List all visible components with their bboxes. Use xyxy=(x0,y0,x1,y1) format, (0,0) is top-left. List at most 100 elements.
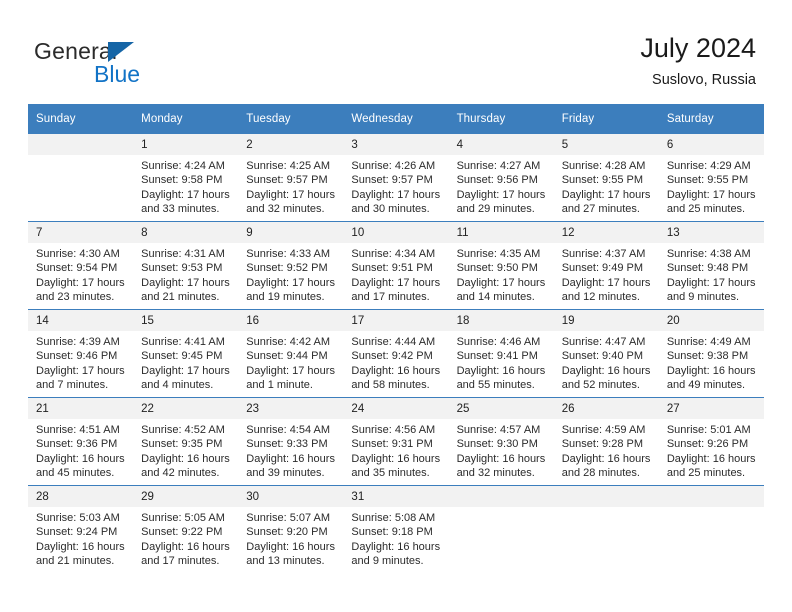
day-details: Sunrise: 5:08 AM Sunset: 9:18 PM Daylight:… xyxy=(343,507,448,569)
day-number: 22 xyxy=(133,398,239,419)
day-number: 27 xyxy=(658,398,764,419)
sunrise-text: Sunrise: 5:03 AM xyxy=(36,512,120,524)
sunrise-text: Sunrise: 4:26 AM xyxy=(351,160,436,172)
calendar-day-cell[interactable]: 27 Sunrise: 5:01 AM Sunset: 9:26 PM Dayligh… xyxy=(658,397,764,486)
calendar-day-cell[interactable]: 15 Sunrise: 4:41 AM Sunset: 9:45 PM Dayligh… xyxy=(133,309,239,398)
calendar-day-cell[interactable]: 8 Sunrise: 4:31 AM Sunset: 9:53 PM Daylight… xyxy=(133,221,239,310)
calendar-day-cell[interactable]: 6 Sunrise: 4:29 AM Sunset: 9:55 PM Daylight… xyxy=(658,133,764,222)
calendar-day-cell[interactable]: 11 Sunrise: 4:35 AM Sunset: 9:50 PM Dayligh… xyxy=(448,221,554,310)
calendar-day-cell[interactable]: 10 Sunrise: 4:34 AM Sunset: 9:51 PM Dayligh… xyxy=(343,221,449,310)
calendar-week-row: 21 Sunrise: 4:51 AM Sunset: 9:36 PM Dayligh… xyxy=(28,397,764,486)
calendar-table: Sunday Monday Tuesday Wednesday Thursday… xyxy=(28,104,764,574)
daylight-text-line1: Daylight: 16 hours xyxy=(351,540,441,553)
column-header-tuesday: Tuesday xyxy=(238,104,344,134)
calendar-day-cell[interactable]: 14 Sunrise: 4:39 AM Sunset: 9:46 PM Dayligh… xyxy=(28,309,134,398)
daylight-text-line2: and 28 minutes. xyxy=(561,467,640,480)
sunrise-text: Sunrise: 4:54 AM xyxy=(246,424,331,436)
sunrise-text: Sunrise: 4:52 AM xyxy=(141,424,225,436)
sunrise-text: Sunrise: 5:08 AM xyxy=(351,512,436,524)
calendar-day-cell[interactable]: 12 Sunrise: 4:37 AM Sunset: 9:49 PM Dayligh… xyxy=(553,221,659,310)
sunset-text: Sunset: 9:53 PM xyxy=(141,262,223,275)
day-details: Sunrise: 4:54 AM Sunset: 9:33 PM Daylight:… xyxy=(238,419,343,481)
daylight-text-line1: Daylight: 17 hours xyxy=(36,364,125,377)
daylight-text-line2: and 17 minutes. xyxy=(351,291,430,304)
daylight-text-line2: and 19 minutes. xyxy=(246,291,325,304)
column-header-saturday: Saturday xyxy=(658,104,764,134)
sunset-text: Sunset: 9:57 PM xyxy=(246,174,328,187)
calendar-day-cell[interactable]: 25 Sunrise: 4:57 AM Sunset: 9:30 PM Dayligh… xyxy=(448,397,554,486)
calendar-day-cell[interactable]: 2 Sunrise: 4:25 AM Sunset: 9:57 PM Daylight… xyxy=(238,133,344,222)
brand-logo[interactable]: General Blue xyxy=(34,38,274,88)
day-cell-inner: 6 Sunrise: 4:29 AM Sunset: 9:55 PM Daylight… xyxy=(658,134,764,221)
day-details: Sunrise: 4:25 AM Sunset: 9:57 PM Daylight:… xyxy=(238,155,343,217)
calendar-day-cell[interactable]: 20 Sunrise: 4:49 AM Sunset: 9:38 PM Dayligh… xyxy=(658,309,764,398)
sunrise-text: Sunrise: 4:25 AM xyxy=(246,160,331,172)
day-cell-inner: 18 Sunrise: 4:46 AM Sunset: 9:41 PM Dayligh… xyxy=(448,310,554,397)
daylight-text-line1: Daylight: 16 hours xyxy=(456,364,546,377)
day-cell-inner: 14 Sunrise: 4:39 AM Sunset: 9:46 PM Dayligh… xyxy=(28,310,134,397)
daylight-text-line2: and 7 minutes. xyxy=(36,379,109,392)
column-header-thursday: Thursday xyxy=(448,104,554,134)
day-details: Sunrise: 4:57 AM Sunset: 9:30 PM Daylight:… xyxy=(449,419,554,481)
day-number: 31 xyxy=(343,486,449,507)
daylight-text-line1: Daylight: 17 hours xyxy=(36,276,125,289)
daylight-text-line2: and 21 minutes. xyxy=(141,291,220,304)
calendar-day-cell[interactable]: 21 Sunrise: 4:51 AM Sunset: 9:36 PM Dayligh… xyxy=(28,397,134,486)
day-details: Sunrise: 4:56 AM Sunset: 9:31 PM Daylight:… xyxy=(343,419,448,481)
day-cell-inner: 7 Sunrise: 4:30 AM Sunset: 9:54 PM Daylight… xyxy=(28,222,134,309)
day-cell-inner: 15 Sunrise: 4:41 AM Sunset: 9:45 PM Dayligh… xyxy=(133,310,239,397)
calendar-day-cell[interactable]: 18 Sunrise: 4:46 AM Sunset: 9:41 PM Dayligh… xyxy=(448,309,554,398)
sunrise-text: Sunrise: 4:38 AM xyxy=(666,248,751,260)
page-subtitle: Suslovo, Russia xyxy=(652,72,756,88)
calendar-day-cell[interactable]: 26 Sunrise: 4:59 AM Sunset: 9:28 PM Dayligh… xyxy=(553,397,659,486)
daylight-text-line2: and 33 minutes. xyxy=(141,203,220,216)
calendar-day-cell[interactable]: 19 Sunrise: 4:47 AM Sunset: 9:40 PM Dayligh… xyxy=(553,309,659,398)
calendar-day-cell[interactable]: 1 Sunrise: 4:24 AM Sunset: 9:58 PM Daylight… xyxy=(133,133,239,222)
day-number: 2 xyxy=(238,134,344,155)
day-number: 10 xyxy=(343,222,449,243)
day-details: Sunrise: 4:30 AM Sunset: 9:54 PM Daylight:… xyxy=(28,243,133,305)
day-number xyxy=(448,486,554,507)
day-number xyxy=(553,486,659,507)
calendar-day-cell[interactable]: 7 Sunrise: 4:30 AM Sunset: 9:54 PM Daylight… xyxy=(28,221,134,310)
calendar-day-cell[interactable]: 24 Sunrise: 4:56 AM Sunset: 9:31 PM Dayligh… xyxy=(343,397,449,486)
daylight-text-line1: Daylight: 17 hours xyxy=(456,276,546,289)
daylight-text-line1: Daylight: 16 hours xyxy=(36,540,125,553)
day-cell-inner: 20 Sunrise: 4:49 AM Sunset: 9:38 PM Dayligh… xyxy=(658,310,764,397)
day-cell-inner: 4 Sunrise: 4:27 AM Sunset: 9:56 PM Daylight… xyxy=(448,134,554,221)
calendar-day-cell[interactable]: 22 Sunrise: 4:52 AM Sunset: 9:35 PM Dayligh… xyxy=(133,397,239,486)
calendar-day-cell[interactable]: 29 Sunrise: 5:05 AM Sunset: 9:22 PM Dayligh… xyxy=(133,485,239,574)
calendar-day-cell[interactable]: 3 Sunrise: 4:26 AM Sunset: 9:57 PM Daylight… xyxy=(343,133,449,222)
calendar-day-cell[interactable]: 28 Sunrise: 5:03 AM Sunset: 9:24 PM Dayligh… xyxy=(28,485,134,574)
daylight-text-line1: Daylight: 16 hours xyxy=(36,452,125,465)
calendar-day-cell[interactable]: 23 Sunrise: 4:54 AM Sunset: 9:33 PM Dayligh… xyxy=(238,397,344,486)
calendar-day-cell[interactable]: 4 Sunrise: 4:27 AM Sunset: 9:56 PM Daylight… xyxy=(448,133,554,222)
day-number: 7 xyxy=(28,222,134,243)
calendar-day-cell[interactable]: 30 Sunrise: 5:07 AM Sunset: 9:20 PM Dayligh… xyxy=(238,485,344,574)
daylight-text-line1: Daylight: 17 hours xyxy=(246,364,335,377)
column-header-wednesday: Wednesday xyxy=(343,104,449,134)
calendar-day-cell[interactable]: 16 Sunrise: 4:42 AM Sunset: 9:44 PM Dayligh… xyxy=(238,309,344,398)
sunset-text: Sunset: 9:58 PM xyxy=(141,174,223,187)
day-number: 15 xyxy=(133,310,239,331)
day-cell-inner: 8 Sunrise: 4:31 AM Sunset: 9:53 PM Daylight… xyxy=(133,222,239,309)
calendar-day-cell[interactable]: 13 Sunrise: 4:38 AM Sunset: 9:48 PM Dayligh… xyxy=(658,221,764,310)
sunrise-text: Sunrise: 4:27 AM xyxy=(456,160,541,172)
day-cell-inner: 12 Sunrise: 4:37 AM Sunset: 9:49 PM Dayligh… xyxy=(553,222,659,309)
brand-triangle-icon xyxy=(108,42,134,62)
calendar-day-cell[interactable]: 17 Sunrise: 4:44 AM Sunset: 9:42 PM Dayligh… xyxy=(343,309,449,398)
day-cell-inner: 28 Sunrise: 5:03 AM Sunset: 9:24 PM Dayligh… xyxy=(28,486,134,574)
sunrise-text: Sunrise: 4:49 AM xyxy=(666,336,751,348)
day-number: 26 xyxy=(553,398,659,419)
day-details: Sunrise: 5:03 AM Sunset: 9:24 PM Daylight:… xyxy=(28,507,133,569)
calendar-day-cell[interactable]: 9 Sunrise: 4:33 AM Sunset: 9:52 PM Daylight… xyxy=(238,221,344,310)
daylight-text-line1: Daylight: 16 hours xyxy=(351,364,441,377)
daylight-text-line1: Daylight: 17 hours xyxy=(351,188,441,201)
calendar-day-cell[interactable]: 5 Sunrise: 4:28 AM Sunset: 9:55 PM Daylight… xyxy=(553,133,659,222)
daylight-text-line1: Daylight: 17 hours xyxy=(561,276,651,289)
day-number: 11 xyxy=(448,222,554,243)
sunset-text: Sunset: 9:20 PM xyxy=(246,526,328,539)
calendar-day-cell-empty xyxy=(448,485,554,574)
day-cell-inner: 27 Sunrise: 5:01 AM Sunset: 9:26 PM Dayligh… xyxy=(658,398,764,485)
calendar-day-cell[interactable]: 31 Sunrise: 5:08 AM Sunset: 9:18 PM Dayligh… xyxy=(343,485,449,574)
